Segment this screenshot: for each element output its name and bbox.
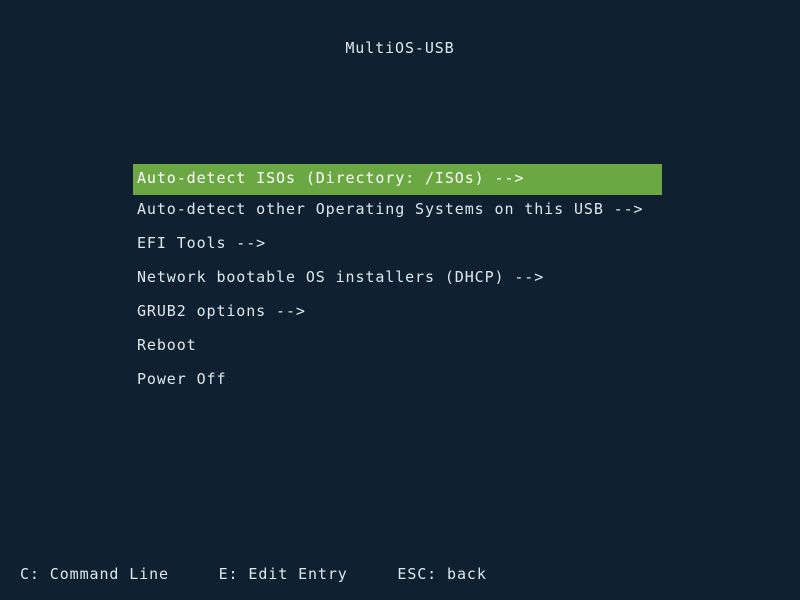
menu-item-label: Power Off — [137, 370, 227, 388]
footer-edit-entry-hint: E: Edit Entry — [218, 565, 348, 583]
page-title: MultiOS-USB — [345, 39, 455, 57]
footer-separator-1 — [169, 565, 219, 583]
footer-command-line-hint: C: Command Line — [20, 565, 169, 583]
grub-boot-screen: MultiOS-USB Auto-detect ISOs (Directory:… — [0, 0, 800, 600]
menu-item-label: Auto-detect ISOs (Directory: /ISOs) --> — [137, 169, 525, 187]
menu-item-label: Reboot — [137, 336, 197, 354]
menu-item-auto-detect-other-os[interactable]: Auto-detect other Operating Systems on t… — [133, 195, 662, 229]
menu-item-label: EFI Tools --> — [137, 234, 267, 252]
footer-back-hint: ESC: back — [397, 565, 487, 583]
status-bar: C: Command Line E: Edit Entry ESC: back — [20, 565, 487, 584]
menu-item-auto-detect-isos[interactable]: Auto-detect ISOs (Directory: /ISOs) --> — [133, 164, 662, 195]
menu-item-label: GRUB2 options --> — [137, 302, 306, 320]
menu-item-label: Auto-detect other Operating Systems on t… — [137, 200, 644, 218]
menu-item-power-off[interactable]: Power Off — [133, 365, 662, 399]
boot-menu[interactable]: Auto-detect ISOs (Directory: /ISOs) --> … — [133, 164, 662, 399]
footer-separator-2 — [348, 565, 398, 583]
menu-item-grub2-options[interactable]: GRUB2 options --> — [133, 297, 662, 331]
menu-item-reboot[interactable]: Reboot — [133, 331, 662, 365]
menu-item-network-bootable-installers[interactable]: Network bootable OS installers (DHCP) --… — [133, 263, 662, 297]
menu-item-efi-tools[interactable]: EFI Tools --> — [133, 229, 662, 263]
menu-item-label: Network bootable OS installers (DHCP) --… — [137, 268, 545, 286]
